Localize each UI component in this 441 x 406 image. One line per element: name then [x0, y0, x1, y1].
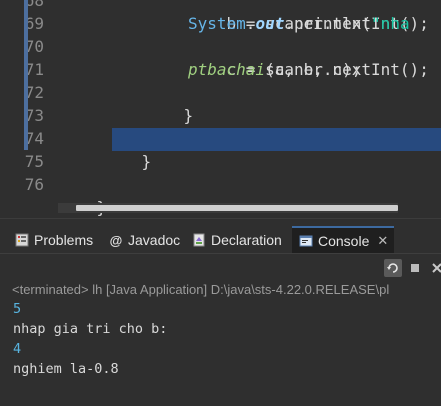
code-token: ptbachai	[188, 60, 266, 79]
tab-label: Problems	[34, 232, 94, 248]
console-line: 4	[13, 341, 22, 357]
stop-icon	[411, 264, 419, 272]
code-token: .	[245, 14, 256, 33]
code-token: "nha	[371, 14, 410, 33]
code-token: (a, b, c);	[265, 60, 362, 79]
refresh-icon	[387, 263, 398, 273]
console-icon	[298, 233, 314, 249]
console-output[interactable]: 5 nhap gia tri cho b: 4 nghiem la-0.8	[0, 299, 441, 406]
code-token: }	[183, 106, 194, 125]
console-line: nghiem la-0.8	[13, 361, 119, 377]
code-line: ptbachai(a, b, c);	[188, 58, 361, 81]
panel-tab-bar: Problems @ Javadoc Declaration Console ✕	[0, 226, 441, 254]
console-line: 5	[13, 301, 22, 317]
tab-label: Javadoc	[128, 232, 181, 248]
code-token: }	[141, 152, 152, 171]
divider	[0, 253, 441, 254]
remove-launch-button[interactable]	[428, 259, 441, 277]
line-number: 75	[24, 152, 44, 171]
code-token: .println(	[284, 14, 372, 33]
code-line: }	[103, 127, 152, 196]
code-token: System	[188, 14, 246, 33]
remove-icon	[432, 263, 441, 273]
line-number: 74	[24, 129, 44, 148]
line-number: 76	[24, 175, 44, 194]
declaration-icon	[191, 232, 207, 248]
tab-console[interactable]: Console ✕	[292, 226, 395, 254]
code-editor[interactable]: 68 69 70 71 72 73 74 75 76 b = scaner.ne…	[0, 0, 441, 218]
bottom-panel: Problems @ Javadoc Declaration Console ✕	[0, 218, 441, 406]
console-line: nhap gia tri cho b:	[13, 321, 168, 337]
line-number: 70	[24, 37, 44, 56]
tab-problems[interactable]: Problems	[14, 227, 93, 253]
code-line: }	[145, 81, 194, 150]
tab-javadoc[interactable]: @ Javadoc	[108, 227, 181, 253]
terminate-button[interactable]	[406, 259, 424, 277]
close-icon[interactable]: ✕	[377, 233, 388, 249]
process-status: <terminated> lh [Java Application] D:\ja…	[12, 282, 390, 297]
code-token: out	[255, 14, 285, 33]
tab-label: Console	[318, 233, 370, 249]
line-number: 68	[24, 0, 44, 10]
scrollbar-thumb[interactable]	[76, 205, 398, 211]
occurrence-marker	[24, 0, 28, 150]
at-icon: @	[109, 232, 123, 248]
line-number: 69	[24, 14, 44, 33]
line-number: 73	[24, 106, 44, 125]
problems-icon	[14, 232, 30, 248]
line-number: 72	[24, 83, 44, 102]
tab-declaration[interactable]: Declaration	[191, 227, 282, 253]
console-toolbar	[384, 259, 441, 277]
tab-label: Declaration	[211, 232, 282, 248]
pin-console-button[interactable]	[384, 259, 402, 277]
line-number: 71	[24, 60, 44, 79]
code-line: System.out.println("nha	[188, 12, 410, 35]
